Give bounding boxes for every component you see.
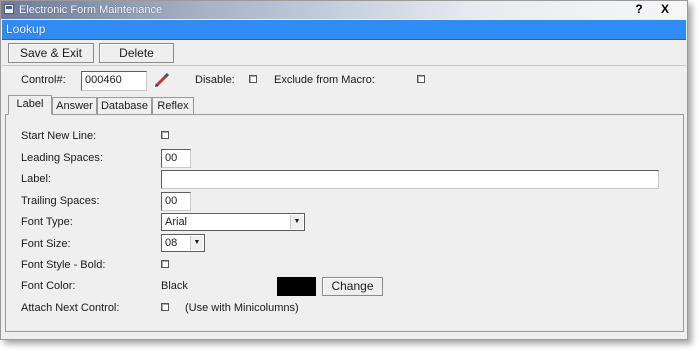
attach-next-control-label: Attach Next Control: <box>21 302 120 314</box>
font-color-swatch <box>277 277 316 296</box>
pencil-edit-icon[interactable] <box>153 71 171 89</box>
exclude-macro-checkbox[interactable] <box>417 75 425 83</box>
label-text-field[interactable] <box>161 170 659 189</box>
header-bar: Lookup <box>2 20 686 40</box>
font-size-value: 08 <box>165 237 178 249</box>
font-type-label: Font Type: <box>21 216 73 228</box>
change-color-button[interactable]: Change <box>322 277 383 296</box>
font-type-value: Arial <box>165 216 188 228</box>
window-title: Electronic Form Maintenance <box>19 4 163 16</box>
tab-answer[interactable]: Answer <box>52 97 97 114</box>
disable-label: Disable: <box>195 74 235 86</box>
start-new-line-checkbox[interactable] <box>161 131 169 139</box>
help-button[interactable]: ? <box>630 2 648 17</box>
toolbar-divider <box>2 65 686 66</box>
attach-next-note: (Use with Minicolumns) <box>185 302 299 314</box>
start-new-line-label: Start New Line: <box>21 130 97 142</box>
font-size-select[interactable]: 08 ▼ <box>161 234 205 252</box>
font-color-label: Font Color: <box>21 280 76 292</box>
tab-reflex[interactable]: Reflex <box>152 97 194 114</box>
form-maintenance-window: Electronic Form Maintenance ? X Lookup S… <box>0 0 688 340</box>
font-style-bold-label: Font Style - Bold: <box>21 259 106 271</box>
leading-spaces-field[interactable]: 00 <box>161 149 191 168</box>
tab-label[interactable]: Label <box>8 95 52 115</box>
window-app-icon <box>4 4 14 14</box>
exclude-macro-label: Exclude from Macro: <box>274 74 375 86</box>
tab-database[interactable]: Database <box>97 97 152 114</box>
title-bar[interactable]: Electronic Form Maintenance ? X <box>1 1 687 19</box>
chevron-down-icon[interactable]: ▼ <box>190 236 203 250</box>
trailing-spaces-label: Trailing Spaces: <box>21 195 100 207</box>
save-exit-button[interactable]: Save & Exit <box>8 43 94 63</box>
control-number-field[interactable]: 000460 <box>81 71 147 91</box>
delete-button[interactable]: Delete <box>99 43 174 63</box>
attach-next-control-checkbox[interactable] <box>161 303 169 311</box>
leading-spaces-label: Leading Spaces: <box>21 152 103 164</box>
control-number-label: Control#: <box>21 74 66 86</box>
chevron-down-icon[interactable]: ▼ <box>290 215 303 229</box>
trailing-spaces-field[interactable]: 00 <box>161 192 191 211</box>
disable-checkbox[interactable] <box>249 75 257 83</box>
font-color-value: Black <box>161 280 188 292</box>
font-style-bold-checkbox[interactable] <box>161 260 169 268</box>
header-title: Lookup <box>6 22 46 36</box>
close-button[interactable]: X <box>656 2 674 17</box>
label-tab-panel <box>5 114 684 332</box>
label-text-label: Label: <box>21 173 51 185</box>
font-type-select[interactable]: Arial ▼ <box>161 213 305 231</box>
font-size-label: Font Size: <box>21 238 71 250</box>
